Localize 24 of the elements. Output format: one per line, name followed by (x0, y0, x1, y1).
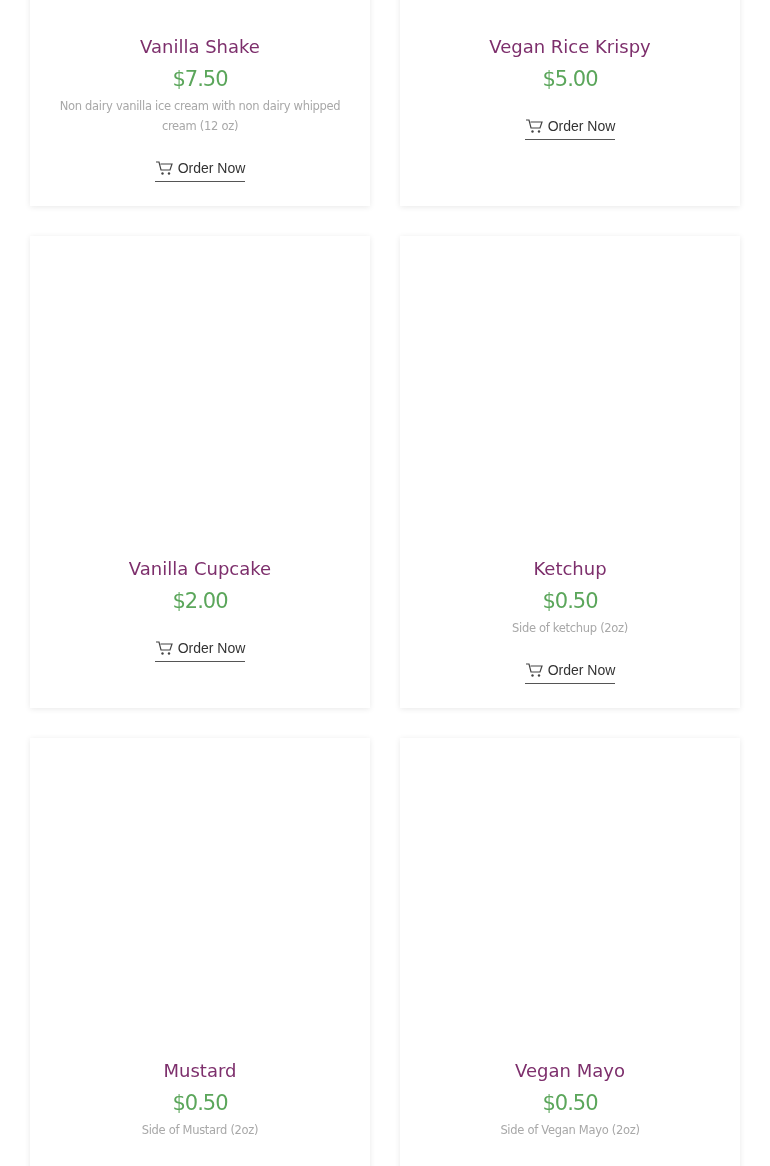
product-price: $2.00 (172, 588, 228, 615)
cart-icon (154, 640, 174, 656)
product-name: Vegan Rice Krispy (489, 36, 651, 58)
cart-icon (524, 662, 544, 678)
order-now-button[interactable]: Order Now (524, 660, 616, 684)
order-now-button[interactable]: Order Now (154, 638, 246, 662)
cart-icon (524, 118, 544, 134)
product-price: $5.00 (542, 66, 598, 93)
product-name: Mustard (163, 1060, 237, 1082)
product-name: Ketchup (533, 558, 607, 580)
product-description: Side of Vegan Mayo (2oz) (499, 1122, 641, 1139)
product-price: $7.50 (172, 66, 228, 93)
product-name: Vanilla Shake (140, 36, 260, 58)
order-now-button[interactable]: Order Now (524, 116, 616, 140)
order-now-button[interactable]: Order Now (154, 158, 246, 182)
product-price: $0.50 (542, 588, 598, 615)
cart-icon (154, 160, 174, 176)
product-price: $0.50 (542, 1090, 598, 1117)
product-description: Non dairy vanilla ice cream with non dairy whipped cream (12 oz) (58, 98, 342, 135)
product-description: Side of ketchup (2oz) (511, 620, 629, 637)
product-name: Vanilla Cupcake (128, 558, 272, 580)
product-name: Vegan Mayo (515, 1060, 625, 1082)
product-description: Side of Mustard (2oz) (140, 1122, 260, 1139)
product-price: $0.50 (172, 1090, 228, 1117)
